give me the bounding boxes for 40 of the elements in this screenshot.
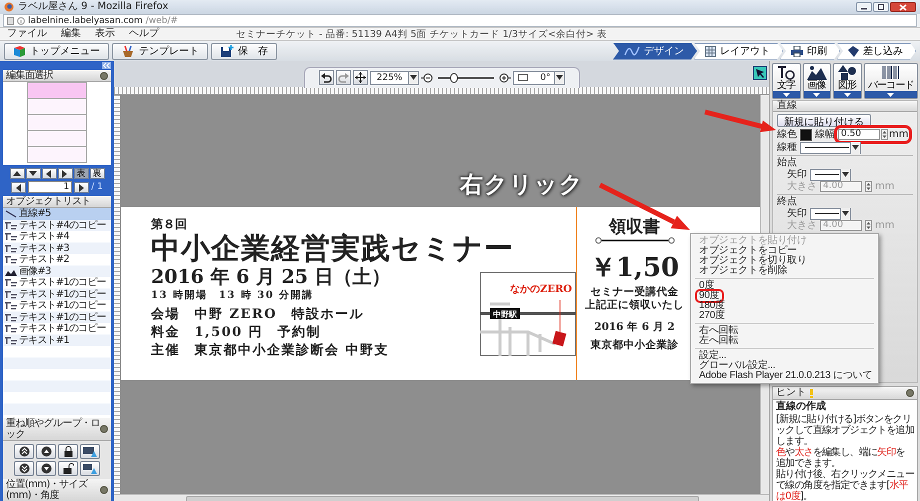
field-label: 矢印	[787, 169, 807, 180]
receipt-date: 2016 年 6 月 2	[594, 320, 675, 334]
unit-label: mm	[889, 129, 908, 140]
panel-title: 位置(mm)・サイズ(mm)・角度	[6, 479, 89, 501]
page-total: / 1	[91, 182, 103, 192]
hint-title: ヒント	[776, 387, 806, 399]
unit-label: mm	[875, 220, 894, 231]
event-date: 2016 年 6 月 25 日（土）	[151, 265, 392, 289]
receipt-issuer: 東京都中小企業診	[590, 338, 678, 352]
url-path: /web/#	[146, 16, 178, 26]
document-title: セミナーチケット - 品番: 51139 A4判 5面 チケットカード 1/3サイズ<余白付> 表	[236, 28, 607, 40]
panel-title: 編集面選択	[6, 70, 54, 81]
properties-title: 直線	[773, 101, 917, 112]
right-click-label: 右クリック	[460, 171, 584, 200]
event-time: 13 時開場 13 時 30 分開講	[151, 289, 315, 302]
panel-title: 重ね順やグループ・ロック	[6, 418, 100, 440]
receipt-note: 上記正に領収いたし	[585, 299, 684, 312]
field-label: 線種	[777, 142, 797, 153]
receipt-amount: ￥1,50	[590, 252, 680, 285]
event-detail: 主催 東京都中小企業診断会 中野支	[151, 342, 390, 360]
field-label: 大きさ	[787, 181, 817, 192]
unit-label: mm	[875, 181, 894, 192]
field-label: 矢印	[787, 208, 807, 219]
receipt-heading: 領収書	[609, 217, 660, 237]
window-title: ラベル屋さん 9 - Mozilla Firefox	[18, 0, 168, 14]
hint-text: [新規に貼り付ける]ボタンをクリックして直線オブジェクトを追加します。 色や太さ を編集し、端に矢印を追加できます。 貼り付け後、右クリックメニューで線の角度を指定できます[水平は0度]。	[775, 413, 916, 501]
event-detail: 料金 1,500 円 予約制	[151, 324, 322, 342]
event-title: 中小企業経営実践セミナー	[151, 231, 515, 265]
station-label: 中野駅	[493, 309, 517, 319]
field-label: 大きさ	[787, 220, 817, 231]
url-host: labelnine.labelyasan.com	[28, 16, 143, 26]
venue-label: なかのZERO	[510, 284, 572, 295]
receipt-note: セミナー受講代金	[590, 286, 678, 299]
panel-title: オブジェクトリスト	[6, 196, 91, 207]
event-detail: 会場 中野 ZERO 特設ホール	[151, 306, 366, 324]
hint-heading: 直線の作成	[775, 400, 827, 413]
field-label: 線色	[777, 129, 797, 140]
section-title: 始点	[777, 157, 798, 168]
event-number: 第８回	[151, 217, 188, 231]
section-title: 終点	[777, 196, 798, 207]
